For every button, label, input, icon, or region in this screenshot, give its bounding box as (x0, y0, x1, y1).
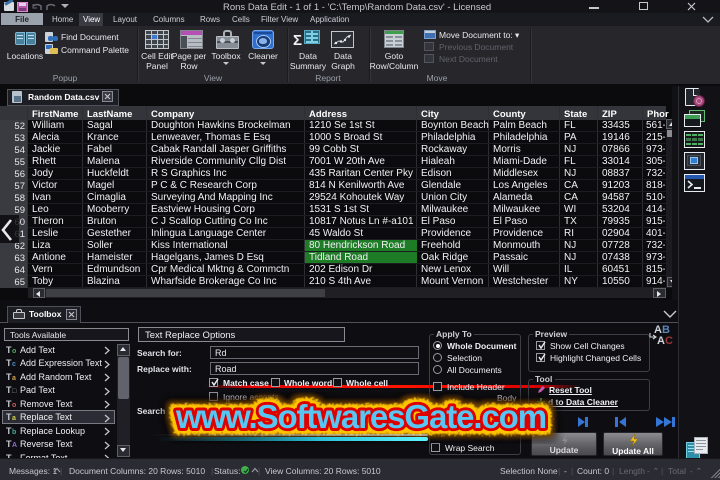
svg-text:www.SoftwaresGate.com: www.SoftwaresGate.com (175, 398, 546, 435)
